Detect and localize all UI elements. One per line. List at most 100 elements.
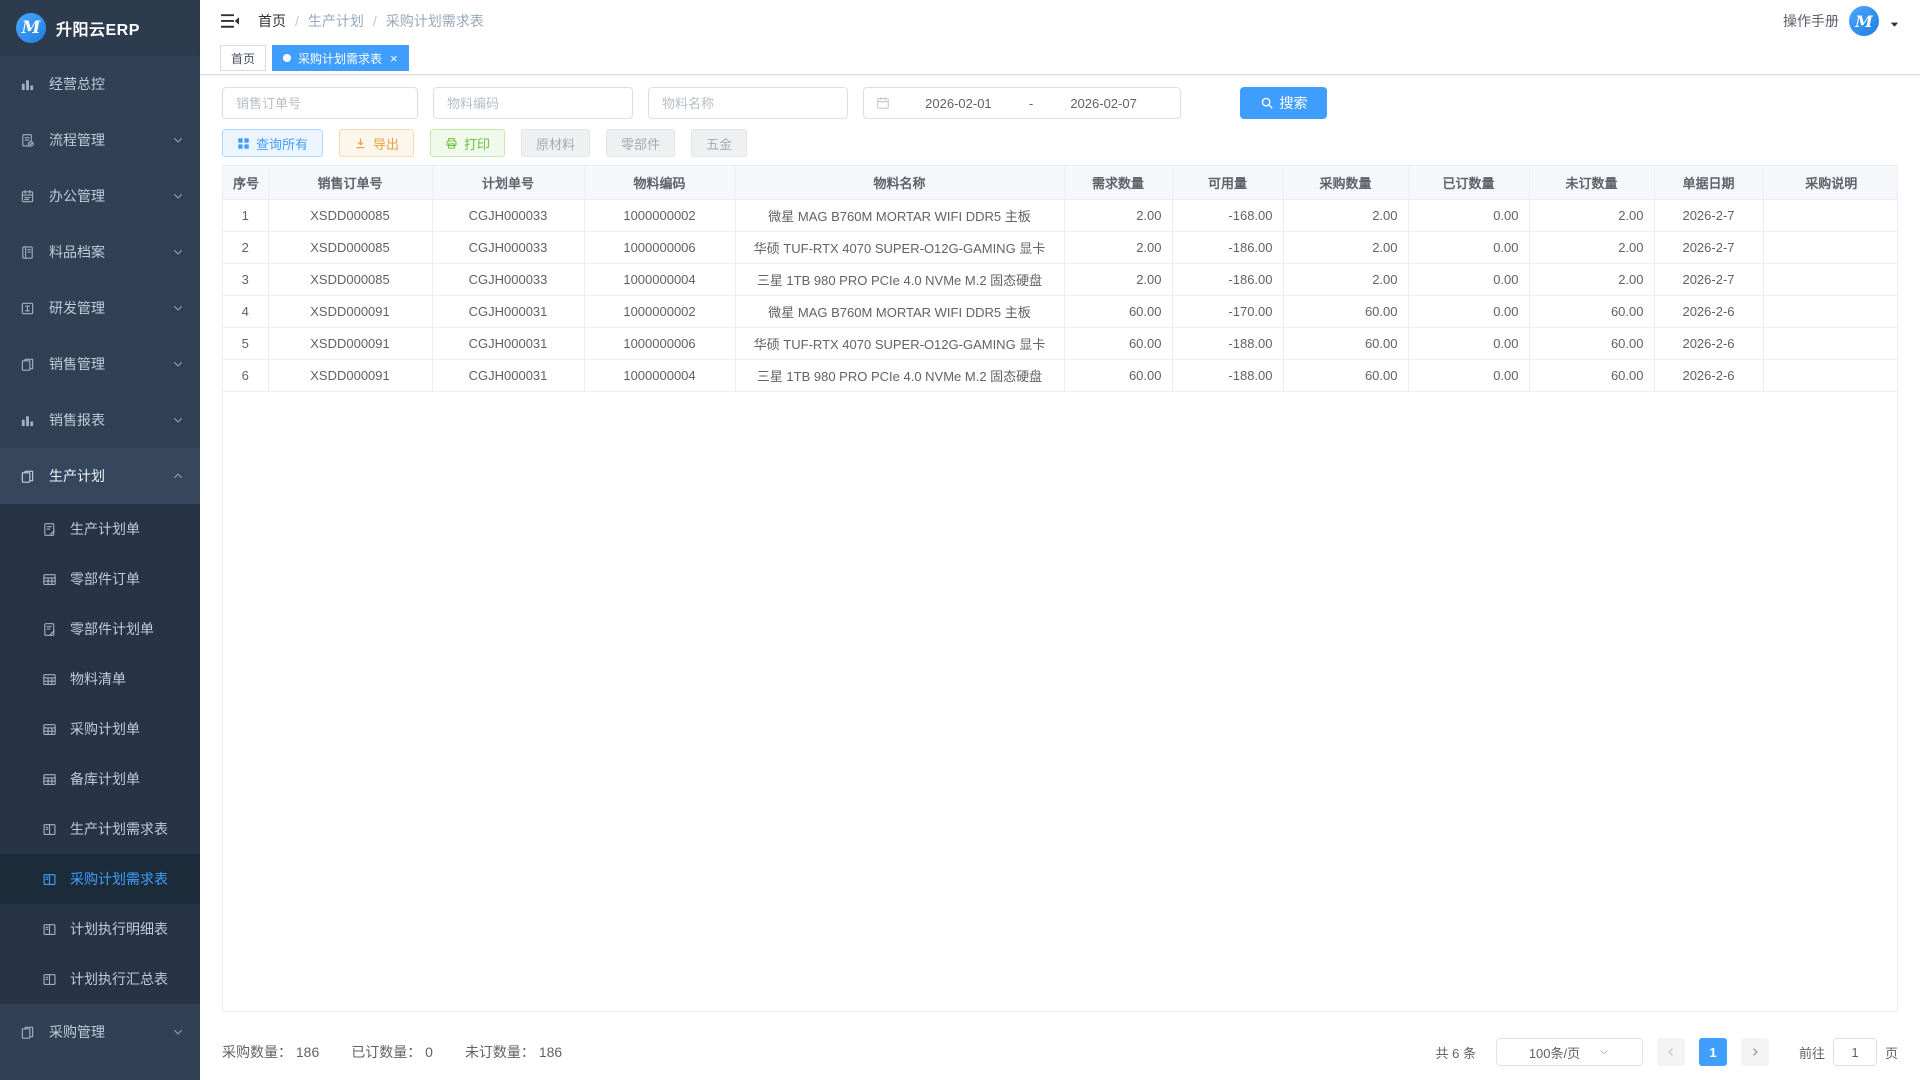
hardware-label: 五金 [706,134,732,153]
search-button[interactable]: 搜索 [1240,87,1327,119]
table-cell: 2 [223,231,268,263]
export-button[interactable]: 导出 [339,129,414,157]
open-book-icon [40,872,58,887]
action-bar: 查询所有 导出 打印 原材料 零部件 五金 [222,129,1898,157]
table-cell: XSDD000091 [268,295,432,327]
table-cell: 2026-2-7 [1654,263,1763,295]
table-cell: CGJH000031 [432,295,584,327]
grid-table-icon [40,722,58,737]
sidebar-subitem[interactable]: 零部件计划单 [0,604,200,654]
column-header: 物料名称 [735,166,1064,199]
tabs-bar: 首页 采购计划需求表 × [200,42,1920,75]
table-cell: 0.00 [1408,263,1529,295]
search-button-label: 搜索 [1280,93,1308,113]
page-number-1[interactable]: 1 [1699,1038,1727,1066]
sidebar-subitem[interactable]: 采购计划需求表 [0,854,200,904]
sidebar-item[interactable]: 研发管理 [0,280,200,336]
sidebar-subitem[interactable]: 生产计划需求表 [0,804,200,854]
sidebar-item[interactable]: 料品档案 [0,224,200,280]
open-book-icon [40,822,58,837]
sidebar-subitem[interactable]: 采购计划单 [0,704,200,754]
summary-totals: 采购数量： 186 已订数量： 0 未订数量： 186 [222,1042,562,1062]
print-button[interactable]: 打印 [430,129,505,157]
tab-home[interactable]: 首页 [220,45,266,71]
tab-purchase-plan-requirements[interactable]: 采购计划需求表 × [272,45,409,71]
sidebar-item[interactable]: 销售报表 [0,392,200,448]
close-icon[interactable]: × [390,52,398,65]
prev-page-button[interactable] [1657,1038,1685,1066]
table-cell: -170.00 [1172,295,1283,327]
table-cell [1763,199,1898,231]
table-row[interactable]: 6XSDD000091CGJH0000311000000004三星 1TB 98… [223,359,1898,391]
sidebar-item[interactable]: 办公管理 [0,168,200,224]
table-cell: 0.00 [1408,327,1529,359]
page-size-value: 100条/页 [1529,1043,1580,1062]
sidebar-subitem-label: 计划执行汇总表 [70,969,168,989]
table-cell: 1000000006 [584,231,735,263]
column-header: 序号 [223,166,268,199]
column-header: 计划单号 [432,166,584,199]
sidebar-item-label: 料品档案 [49,242,172,262]
chart-bar-icon [18,413,36,428]
column-header: 采购说明 [1763,166,1898,199]
sidebar-item[interactable]: 生产计划 [0,448,200,504]
sidebar-item[interactable]: 采购管理 [0,1004,200,1060]
page-size-select[interactable]: 100条/页 [1496,1038,1643,1066]
goto-page-input[interactable] [1833,1038,1877,1066]
material-name-input[interactable] [648,87,848,119]
table-cell: XSDD000091 [268,327,432,359]
sidebar: M 升阳云ERP 经营总控流程管理办公管理料品档案研发管理销售管理销售报表生产计… [0,0,200,1080]
table-cell: 0.00 [1408,359,1529,391]
table-cell: 微星 MAG B760M MORTAR WIFI DDR5 主板 [735,295,1064,327]
sidebar-subitem[interactable]: 物料清单 [0,654,200,704]
sidebar-subitem[interactable]: 备库计划单 [0,754,200,804]
sidebar-item[interactable]: 流程管理 [0,112,200,168]
sidebar-subitem[interactable]: 零部件订单 [0,554,200,604]
sales-order-input[interactable] [222,87,418,119]
date-end[interactable]: 2026-02-07 [1039,96,1168,111]
column-header: 未订数量 [1529,166,1654,199]
manual-link[interactable]: 操作手册 [1783,11,1839,31]
breadcrumb-current: 采购计划需求表 [386,11,484,31]
date-range-picker[interactable]: 2026-02-01 - 2026-02-07 [863,87,1181,119]
grid-table-icon [40,772,58,787]
unordered-qty-label: 未订数量： [465,1044,535,1060]
query-all-button[interactable]: 查询所有 [222,129,323,157]
sidebar-item[interactable]: 经营总控 [0,56,200,112]
date-start[interactable]: 2026-02-01 [894,96,1023,111]
footer-bar: 采购数量： 186 已订数量： 0 未订数量： 186 共 6 条 100条/页 [200,1024,1920,1080]
table-cell: 2026-2-7 [1654,231,1763,263]
sidebar-subitem-label: 采购计划需求表 [70,869,168,889]
table-row[interactable]: 1XSDD000085CGJH0000331000000002微星 MAG B7… [223,199,1898,231]
table-row[interactable]: 4XSDD000091CGJH0000311000000002微星 MAG B7… [223,295,1898,327]
sidebar-subitem[interactable]: 计划执行汇总表 [0,954,200,1004]
hardware-button[interactable]: 五金 [691,129,747,157]
table-row[interactable]: 2XSDD000085CGJH0000331000000006华硕 TUF-RT… [223,231,1898,263]
raw-material-label: 原材料 [536,134,575,153]
sidebar-submenu: 生产计划单零部件订单零部件计划单物料清单采购计划单备库计划单生产计划需求表采购计… [0,504,200,1004]
goto-label: 前往 [1799,1043,1825,1062]
brand-logo-icon: M [16,13,46,43]
next-page-button[interactable] [1741,1038,1769,1066]
table-row[interactable]: 5XSDD000091CGJH0000311000000006华硕 TUF-RT… [223,327,1898,359]
material-code-input[interactable] [433,87,633,119]
ordered-qty-value: 0 [425,1044,433,1060]
table-cell: 2026-2-7 [1654,199,1763,231]
menu-fold-icon[interactable] [220,11,240,31]
sidebar-item[interactable]: 车间设置 [0,1060,200,1080]
sidebar-item[interactable]: 销售管理 [0,336,200,392]
ordered-qty-label: 已订数量： [351,1044,421,1060]
breadcrumb-production-plan[interactable]: 生产计划 [308,11,364,31]
table-cell [1763,295,1898,327]
sidebar-subitem[interactable]: 生产计划单 [0,504,200,554]
sidebar-subitem[interactable]: 计划执行明细表 [0,904,200,954]
raw-material-button[interactable]: 原材料 [521,129,590,157]
table-row[interactable]: 3XSDD000085CGJH0000331000000004三星 1TB 98… [223,263,1898,295]
breadcrumb-home[interactable]: 首页 [258,11,286,31]
avatar[interactable]: M [1849,6,1879,36]
table-cell [1763,231,1898,263]
caret-down-icon[interactable] [1889,19,1900,30]
sidebar-item-label: 流程管理 [49,130,172,150]
parts-button[interactable]: 零部件 [606,129,675,157]
sidebar-item-label: 采购管理 [49,1022,172,1042]
